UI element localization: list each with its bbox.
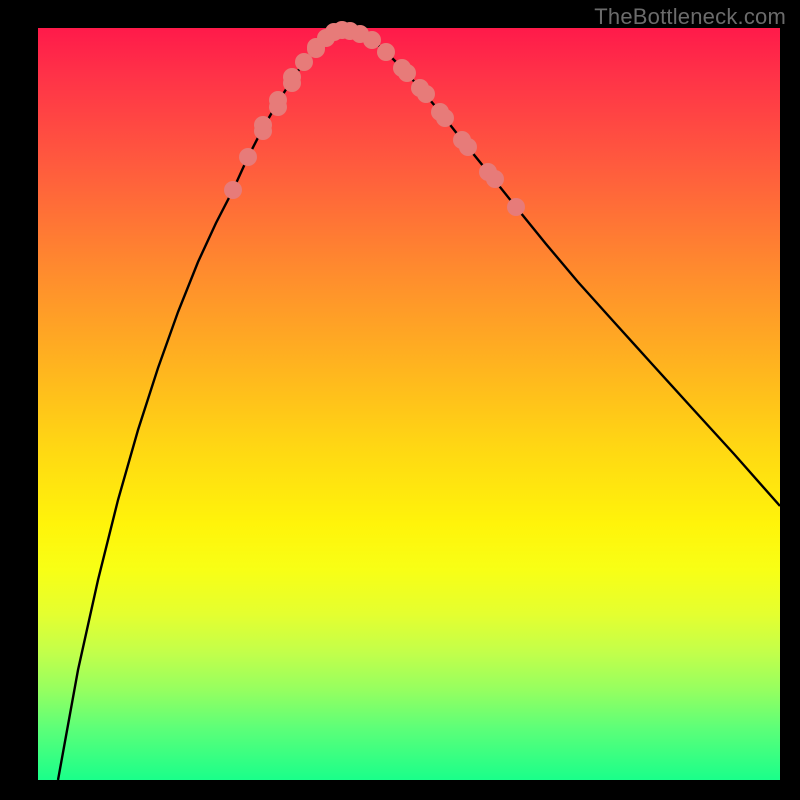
marker-dot: [363, 31, 381, 49]
marker-dot: [398, 64, 416, 82]
watermark-text: TheBottleneck.com: [594, 4, 786, 30]
marker-dot: [283, 68, 301, 86]
plot-area: [38, 28, 780, 780]
marker-dot: [507, 198, 525, 216]
dots-left: [224, 29, 335, 199]
marker-dot: [486, 170, 504, 188]
marker-dot: [269, 91, 287, 109]
marker-dot: [417, 85, 435, 103]
marker-dot: [436, 109, 454, 127]
chart-frame: TheBottleneck.com: [0, 0, 800, 800]
marker-dot: [239, 148, 257, 166]
marker-dot: [459, 138, 477, 156]
dots-bottom: [325, 21, 395, 61]
marker-dot: [224, 181, 242, 199]
marker-dot: [377, 43, 395, 61]
dots-right: [393, 59, 525, 216]
marker-dot: [254, 116, 272, 134]
data-point-markers: [38, 28, 780, 780]
